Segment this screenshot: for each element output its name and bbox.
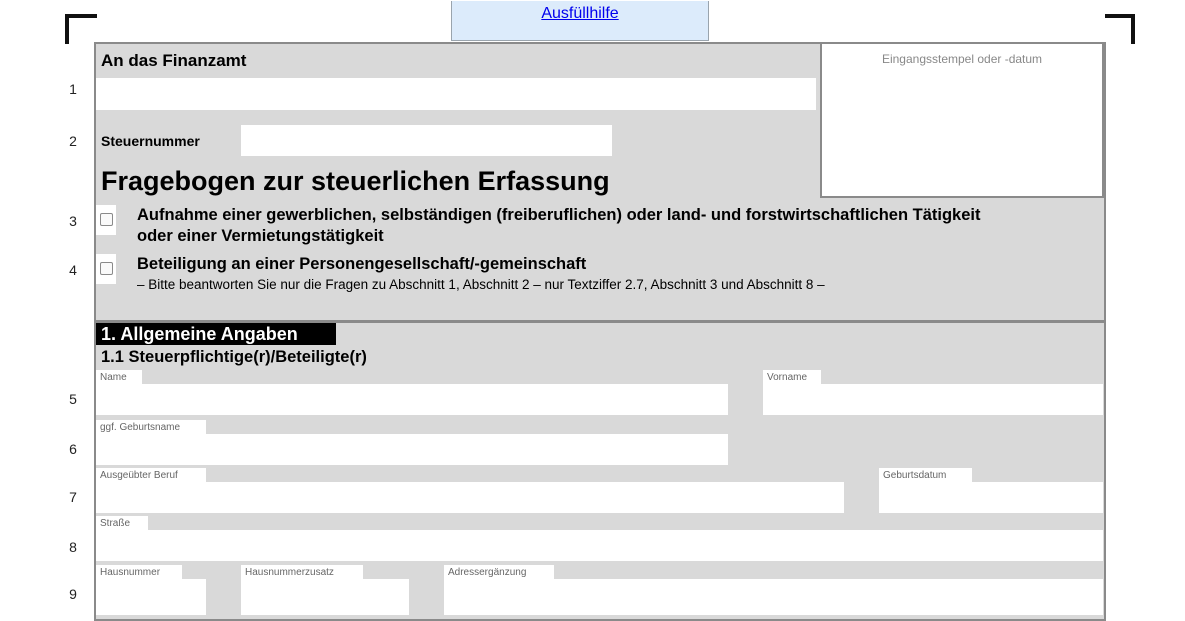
- hausnummerzusatz-field[interactable]: [241, 579, 409, 615]
- row-number: 1: [69, 81, 77, 97]
- checkbox-box: [100, 262, 113, 275]
- corner-mark-top-right: [1105, 14, 1135, 44]
- steuernummer-field[interactable]: [241, 125, 612, 156]
- adresserganzung-field[interactable]: [444, 579, 1103, 615]
- row-number: 5: [69, 391, 77, 407]
- checkbox-aufnahme-taetigkeit[interactable]: [96, 205, 116, 235]
- name-field[interactable]: [96, 384, 728, 415]
- row-number: 4: [69, 262, 77, 278]
- field-label-name: Name: [96, 370, 142, 384]
- field-label-hausnummer: Hausnummer: [96, 565, 182, 579]
- field-label-beruf: Ausgeübter Beruf: [96, 468, 206, 482]
- row-number: 9: [69, 586, 77, 602]
- field-label-hausnummerzusatz: Hausnummerzusatz: [241, 565, 363, 579]
- option-aufnahme-line2: oder einer Vermietungstätigkeit: [137, 227, 384, 245]
- corner-mark-top-left: [65, 14, 97, 44]
- row-number: 3: [69, 213, 77, 229]
- field-label-vorname: Vorname: [763, 370, 821, 384]
- field-label-strasse: Straße: [96, 516, 148, 530]
- row-number: 8: [69, 539, 77, 555]
- help-link[interactable]: Ausfüllhilfe: [451, 1, 709, 41]
- checkbox-beteiligung[interactable]: [96, 254, 116, 284]
- stamp-box: Eingangsstempel oder -datum: [820, 42, 1104, 198]
- form-title: Fragebogen zur steuerlichen Erfassung: [101, 166, 610, 196]
- checkbox-box: [100, 213, 113, 226]
- option-beteiligung-note: – Bitte beantworten Sie nur die Fragen z…: [137, 277, 825, 292]
- stamp-label: Eingangsstempel oder -datum: [881, 52, 1043, 66]
- row-number: 2: [69, 133, 77, 149]
- hausnummer-field[interactable]: [96, 579, 206, 615]
- field-label-geburtsdatum: Geburtsdatum: [879, 468, 972, 482]
- strasse-field[interactable]: [96, 530, 1103, 561]
- field-label-geburtsname: ggf. Geburtsname: [96, 420, 206, 434]
- row-number: 6: [69, 441, 77, 457]
- geburtsdatum-field[interactable]: [879, 482, 1103, 513]
- option-beteiligung-title: Beteiligung an einer Personengesellschaf…: [137, 255, 587, 273]
- vorname-field[interactable]: [763, 384, 1103, 415]
- field-label-adresserganzung: Adressergänzung: [444, 565, 554, 579]
- steuernummer-label: Steuernummer: [101, 133, 200, 149]
- geburtsname-field[interactable]: [96, 434, 728, 465]
- option-aufnahme-line1: Aufnahme einer gewerblichen, selbständig…: [137, 206, 981, 224]
- beruf-field[interactable]: [96, 482, 844, 513]
- section1-subtitle: 1.1 Steuerpflichtige(r)/Beteiligte(r): [101, 348, 367, 366]
- finanzamt-label: An das Finanzamt: [101, 51, 247, 70]
- section1-title: 1. Allgemeine Angaben: [96, 323, 336, 345]
- row-number: 7: [69, 489, 77, 505]
- finanzamt-field[interactable]: [96, 78, 816, 110]
